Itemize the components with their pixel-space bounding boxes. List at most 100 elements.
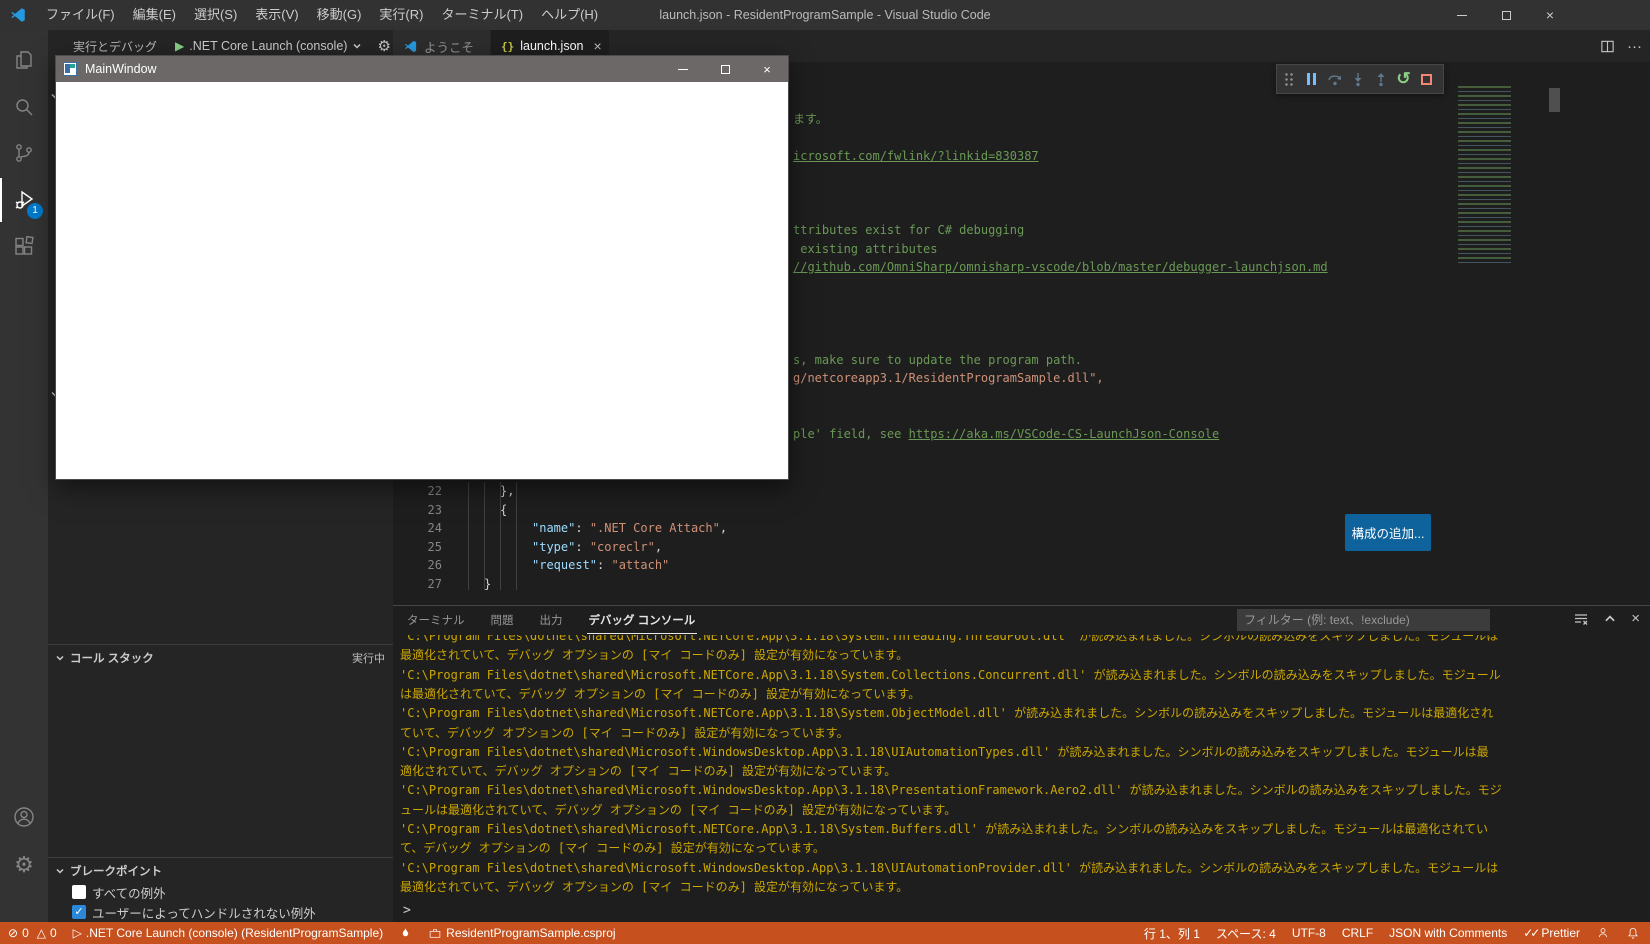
- language-mode-status[interactable]: JSON with Comments: [1389, 926, 1507, 940]
- error-icon: ⊘: [8, 926, 19, 940]
- overlay-window-title: MainWindow: [85, 62, 157, 76]
- pause-icon[interactable]: [1300, 65, 1323, 93]
- cursor-position-status[interactable]: 行 1、列 1: [1144, 925, 1200, 942]
- status-bar: ⊘ 0 △ 0 ▷ .NET Core Launch (console) (Resi…: [0, 922, 1650, 944]
- editor-text-fragment: ple' field, see https://aka.ms/VSCode-CS…: [793, 426, 1219, 442]
- maximize-panel-icon[interactable]: [1603, 612, 1617, 626]
- minimap[interactable]: [1458, 86, 1544, 264]
- breakpoints-section-header[interactable]: ブレークポイント: [48, 857, 393, 883]
- source-control-icon[interactable]: [0, 131, 48, 175]
- settings-gear-icon[interactable]: ⚙: [0, 843, 48, 887]
- console-input-prompt[interactable]: >: [403, 903, 411, 918]
- minimize-button[interactable]: [662, 56, 704, 82]
- step-out-icon[interactable]: [1369, 65, 1392, 93]
- indentation-status[interactable]: スペース: 4: [1216, 925, 1276, 942]
- restart-icon[interactable]: ↺: [1392, 65, 1415, 93]
- search-icon[interactable]: [0, 85, 48, 129]
- panel-tab[interactable]: 問題: [489, 607, 516, 633]
- close-panel-icon[interactable]: ×: [1631, 610, 1640, 627]
- formatter-status[interactable]: ✓✓ Prettier: [1523, 926, 1580, 940]
- call-stack-label: コール スタック: [70, 652, 154, 665]
- console-line: 'C:\Program Files\dotnet\shared\Microsof…: [400, 822, 1488, 836]
- editor-link[interactable]: //github.com/OmniSharp/omnisharp-vscode/…: [793, 260, 1328, 274]
- menu-item[interactable]: ターミナル(T): [432, 0, 532, 30]
- menu-item[interactable]: 選択(S): [185, 0, 246, 30]
- chevron-down-icon: [56, 655, 64, 661]
- menu-item[interactable]: 表示(V): [246, 0, 307, 30]
- editor-text: ttributes exist for C# debugging: [793, 223, 1025, 237]
- debug-target-status[interactable]: ▷ .NET Core Launch (console) (ResidentPr…: [73, 926, 383, 940]
- breakpoint-item[interactable]: ✓ ユーザーによってハンドルされない例外: [48, 902, 393, 922]
- maximize-button[interactable]: [1484, 0, 1528, 30]
- code-line: 26 "request": "attach": [393, 556, 1650, 575]
- checkbox-unchecked[interactable]: [72, 885, 86, 899]
- extensions-icon[interactable]: [0, 225, 48, 269]
- double-check-icon: ✓✓: [1523, 926, 1540, 940]
- editor-text-fragment: existing attributes: [793, 241, 937, 257]
- encoding-status[interactable]: UTF-8: [1292, 926, 1326, 940]
- menu-item[interactable]: ヘルプ(H): [532, 0, 607, 30]
- editor-text-fragment: //github.com/OmniSharp/omnisharp-vscode/…: [793, 259, 1328, 275]
- checkbox-checked[interactable]: ✓: [72, 905, 86, 919]
- editor-scrollbar[interactable]: [1549, 88, 1560, 112]
- close-button[interactable]: ×: [746, 56, 788, 82]
- breakpoint-item[interactable]: すべての例外: [48, 882, 393, 902]
- explorer-icon[interactable]: [0, 38, 48, 82]
- problems-status[interactable]: ⊘ 0 △ 0: [8, 926, 57, 940]
- feedback-icon[interactable]: [1596, 926, 1610, 940]
- tab-close-icon[interactable]: ×: [594, 38, 602, 54]
- clear-console-icon[interactable]: [1573, 611, 1589, 627]
- project-status[interactable]: ResidentProgramSample.csproj: [428, 926, 616, 940]
- more-actions-icon[interactable]: ···: [1627, 38, 1642, 55]
- close-button[interactable]: ×: [1528, 0, 1572, 30]
- code-line: 25 "type": "coreclr",: [393, 538, 1650, 557]
- step-into-icon[interactable]: [1346, 65, 1369, 93]
- panel-tab[interactable]: ターミナル: [405, 607, 467, 633]
- call-stack-status: 実行中: [352, 652, 385, 665]
- start-debug-icon[interactable]: ▶: [175, 39, 184, 53]
- menu-item[interactable]: 編集(E): [124, 0, 185, 30]
- editor-text-fragment: ます。: [793, 111, 828, 127]
- editor-actions: ···: [1600, 30, 1642, 62]
- code-line: 24 "name": ".NET Core Attach",: [393, 519, 1650, 538]
- overlay-window[interactable]: MainWindow ×: [55, 55, 789, 480]
- line-number: 24: [427, 521, 442, 535]
- chevron-down-icon: [353, 43, 361, 49]
- overlay-window-title-bar[interactable]: MainWindow ×: [56, 56, 788, 82]
- debug-console-output[interactable]: 'C:\Program Files\dotnet\shared\Microsof…: [400, 635, 1645, 897]
- console-line: ていて、デバッグ オプションの [マイ コードのみ] 設定が有効になっています。: [400, 725, 849, 740]
- json-file-icon: {}: [501, 39, 515, 53]
- overlay-window-content: [56, 82, 788, 479]
- editor-text: s, make sure to update the program path.: [793, 352, 1082, 367]
- console-filter-input[interactable]: [1237, 609, 1490, 631]
- console-line: 'C:\Program Files\dotnet\shared\Microsof…: [400, 635, 1499, 643]
- sidebar-title: 実行とデバッグ: [73, 39, 158, 54]
- project-icon: [429, 928, 441, 938]
- console-line: 'C:\Program Files\dotnet\shared\Microsof…: [400, 667, 1501, 682]
- account-icon[interactable]: [0, 795, 48, 839]
- panel-tab[interactable]: 出力: [538, 607, 565, 633]
- minimize-button[interactable]: [1440, 0, 1484, 30]
- call-stack-section-header[interactable]: コール スタック 実行中: [48, 644, 393, 670]
- menu-item[interactable]: 移動(G): [308, 0, 371, 30]
- panel-tab[interactable]: デバッグ コンソール: [586, 607, 698, 634]
- toolbar-drag-grip[interactable]: [1277, 65, 1300, 93]
- add-configuration-button[interactable]: 構成の追加...: [1345, 514, 1431, 551]
- console-line: 'C:\Program Files\dotnet\shared\Microsof…: [400, 860, 1499, 875]
- console-line: て、デバッグ オプションの [マイ コードのみ] 設定が有効になっています。: [400, 841, 825, 856]
- notifications-bell-icon[interactable]: [1626, 926, 1640, 940]
- split-editor-icon[interactable]: [1600, 39, 1615, 54]
- debug-settings-gear-icon[interactable]: ⚙: [377, 37, 390, 55]
- code-line: 23{: [393, 501, 1650, 520]
- stop-icon[interactable]: [1415, 65, 1438, 93]
- run-and-debug-icon[interactable]: 1: [0, 178, 48, 222]
- step-over-icon[interactable]: [1323, 65, 1346, 93]
- title-bar: ファイル(F) 編集(E) 選択(S) 表示(V) 移動(G) 実行(R) ターミナル(T)…: [0, 0, 1650, 30]
- maximize-button[interactable]: [704, 56, 746, 82]
- menu-item[interactable]: 実行(R): [370, 0, 432, 30]
- editor-link[interactable]: https://aka.ms/VSCode-CS-LaunchJson-Cons…: [909, 427, 1220, 441]
- editor-link[interactable]: icrosoft.com/fwlink/?linkid=830387: [793, 149, 1039, 163]
- menu-item[interactable]: ファイル(F): [37, 0, 124, 30]
- omnisharp-flame-icon[interactable]: [399, 926, 412, 940]
- eol-status[interactable]: CRLF: [1342, 926, 1373, 940]
